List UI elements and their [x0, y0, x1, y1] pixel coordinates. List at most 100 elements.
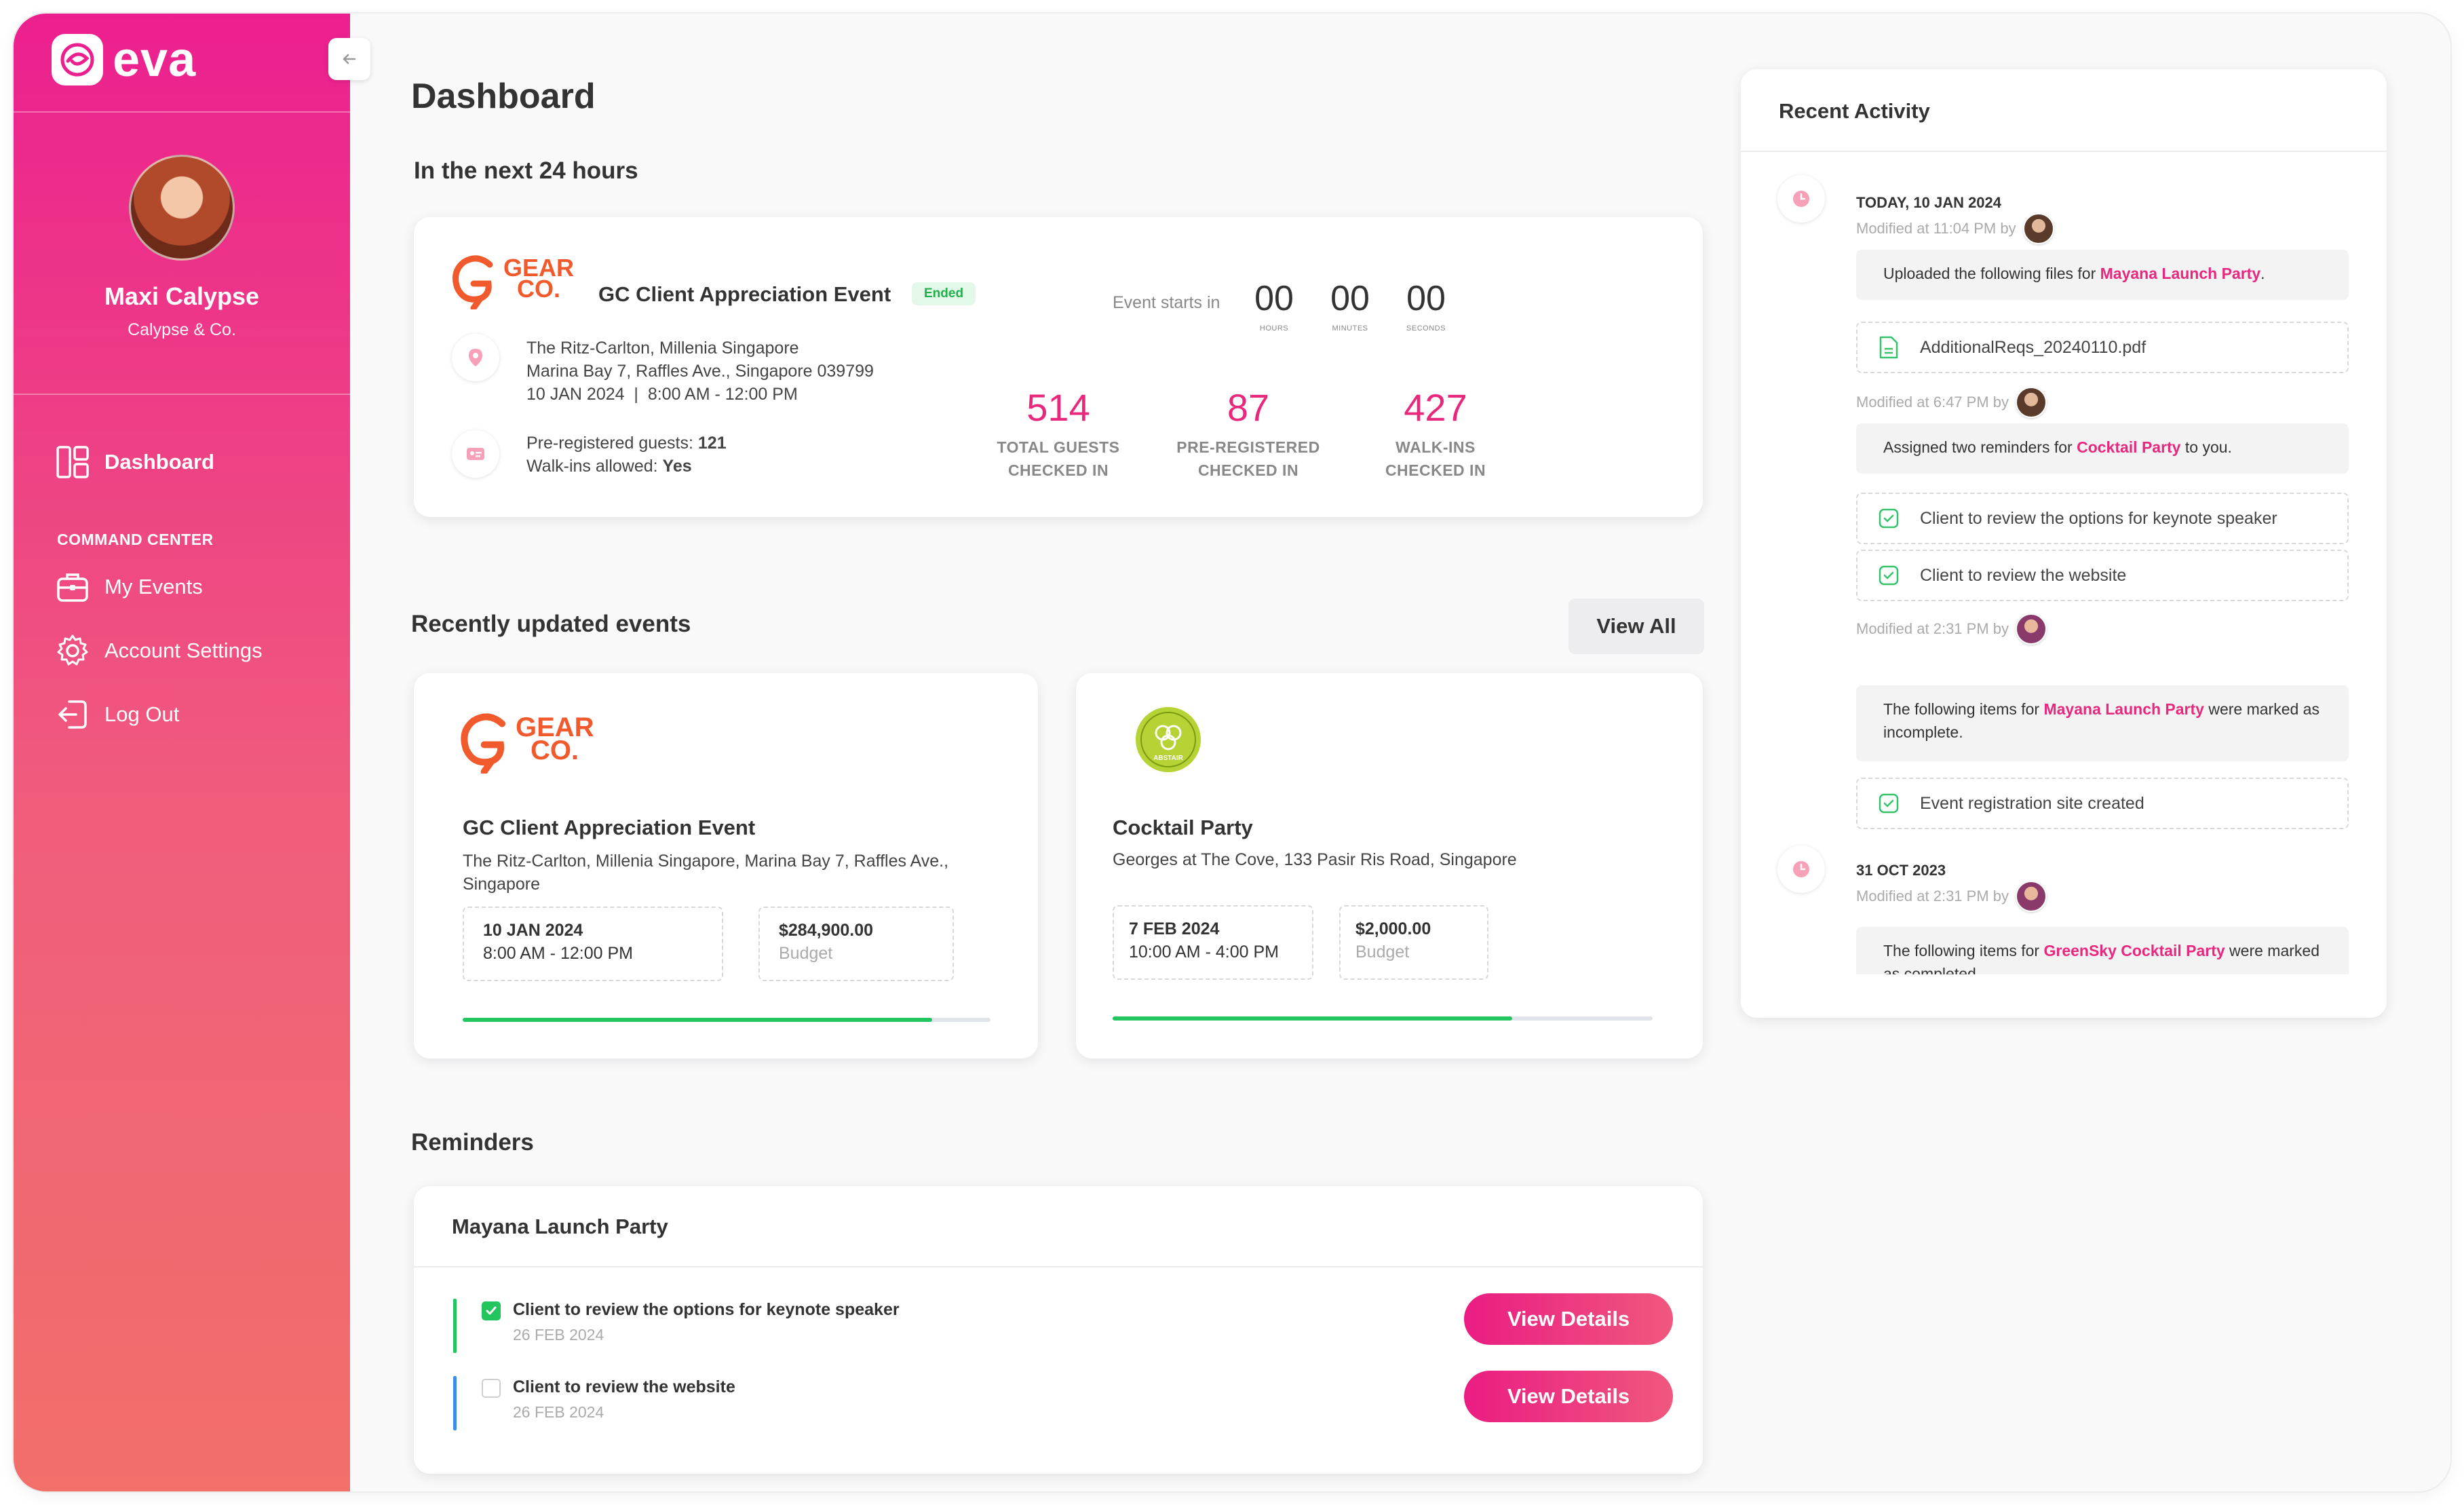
activity-modified-text: Modified at 11:04 PM by [1856, 220, 2016, 237]
user-avatar[interactable] [129, 155, 235, 261]
recent-event-title[interactable]: Cocktail Party [1113, 816, 1253, 840]
countdown-seconds: 00 [1406, 279, 1446, 318]
clock-icon [1777, 175, 1825, 223]
user-avatar-small[interactable] [2016, 881, 2047, 912]
event-progress-fill [1113, 1016, 1513, 1021]
nav-section-title: COMMAND CENTER [57, 531, 214, 548]
activity-feed[interactable]: TODAY, 10 JAN 2024 Modified at 11:04 PM … [1741, 152, 2387, 974]
event-address: Marina Bay 7, Raffles Ave., Singapore 03… [526, 362, 874, 381]
reminder-date: 26 FEB 2024 [513, 1326, 604, 1344]
event-date-box: 7 FEB 2024 10:00 AM - 4:00 PM [1113, 905, 1313, 980]
nav-dashboard[interactable]: Dashboard [56, 445, 214, 479]
user-avatar-small[interactable] [2016, 387, 2047, 418]
abstair-logo-text: ABSTAIR [1153, 755, 1183, 762]
countdown-hours: 00 [1254, 279, 1294, 318]
user-avatar-small[interactable] [2022, 213, 2054, 244]
reminder-checkbox[interactable] [482, 1301, 501, 1320]
nav-my-events-label: My Events [104, 575, 203, 598]
arrow-left-icon [343, 54, 356, 64]
view-all-button[interactable]: View All [1568, 598, 1704, 654]
activity-event-link[interactable]: GreenSky Cocktail Party [2043, 942, 2225, 959]
checkmark-icon [486, 1306, 497, 1315]
activity-file-item[interactable]: AdditionalReqs_20240110.pdf [1856, 322, 2349, 373]
countdown-minutes-unit: MINUTES [1332, 324, 1368, 332]
reminder-bar [453, 1376, 457, 1430]
view-details-button[interactable]: View Details [1464, 1293, 1673, 1345]
stat-label-line: CHECKED IN [1197, 461, 1299, 479]
walkins-label: Walk-ins allowed: [526, 457, 658, 476]
event-progress-fill [463, 1018, 933, 1022]
nav-account-settings-label: Account Settings [104, 639, 263, 662]
event-progress-bar [1113, 1016, 1653, 1021]
abstair-logo: ABSTAIR [1134, 706, 1202, 774]
activity-date: 31 OCT 2023 [1856, 862, 1946, 879]
activity-reminder-item[interactable]: Client to review the website [1856, 550, 2349, 601]
walkins-value: Yes [662, 457, 692, 476]
app-logo[interactable]: eva [52, 34, 196, 85]
reminders-card-header: Mayana Launch Party [414, 1186, 1703, 1268]
stat-total-guests-label: TOTAL GUESTS CHECKED IN [957, 436, 1160, 482]
prereg-label: Pre-registered guests: [526, 434, 693, 453]
activity-reminder-item[interactable]: Client to review the options for keynote… [1856, 493, 2349, 544]
nav-logout-label: Log Out [104, 702, 180, 726]
event-budget-label: Budget [1355, 942, 1410, 961]
status-badge: Ended [912, 282, 976, 305]
user-org: Calypse & Co. [128, 320, 236, 339]
event-datetime: 10 JAN 2024 | 8:00 AM - 12:00 PM [526, 385, 798, 404]
recent-event-card[interactable]: ABSTAIR Cocktail Party Georges at The Co… [1076, 673, 1703, 1059]
recent-event-location: Georges at The Cove, 133 Pasir Ris Road,… [1113, 850, 1517, 869]
briefcase-icon [57, 573, 88, 602]
recent-event-title[interactable]: GC Client Appreciation Event [463, 816, 755, 840]
recent-event-card[interactable]: GEAR CO. GC Client Appreciation Event Th… [414, 673, 1038, 1059]
reminder-check-icon [1879, 565, 1899, 586]
clock-icon [1777, 845, 1825, 893]
activity-reminder-item[interactable]: Event registration site created [1856, 778, 2349, 829]
activity-event-link[interactable]: Mayana Launch Party [2043, 700, 2203, 718]
activity-event-link[interactable]: Mayana Launch Party [2100, 265, 2260, 282]
activity-modified: Modified at 6:47 PM by [1856, 387, 2047, 418]
event-budget-label: Budget [779, 944, 833, 963]
sidebar-divider [14, 111, 350, 113]
reminder-checkbox[interactable] [482, 1379, 501, 1398]
activity-message-text: Uploaded the following files for [1883, 265, 2100, 282]
reminder-date: 26 FEB 2024 [513, 1403, 604, 1421]
nav-dashboard-label: Dashboard [104, 450, 214, 474]
app-window: eva Maxi Calypse Calypse & Co. Dashboard… [14, 14, 2450, 1491]
countdown-label: Event starts in [1113, 293, 1220, 312]
event-date-box: 10 JAN 2024 8:00 AM - 12:00 PM [463, 907, 723, 981]
event-budget-box: $284,900.00 Budget [758, 907, 954, 981]
event-progress-bar [463, 1018, 990, 1022]
activity-modified: Modified at 2:31 PM by [1856, 613, 2047, 645]
activity-message-text: The following items for [1883, 700, 2044, 718]
event-title[interactable]: GC Client Appreciation Event [598, 282, 891, 307]
nav-my-events[interactable]: My Events [56, 570, 203, 604]
activity-modified-text: Modified at 2:31 PM by [1856, 888, 2009, 904]
stat-label-line: PRE-REGISTERED [1176, 438, 1320, 456]
countdown-minutes: 00 [1330, 279, 1370, 318]
sidebar: eva Maxi Calypse Calypse & Co. Dashboard… [14, 14, 350, 1491]
activity-event-link[interactable]: Cocktail Party [2077, 438, 2180, 456]
view-details-button[interactable]: View Details [1464, 1371, 1673, 1422]
event-budget: $2,000.00 [1355, 919, 1431, 938]
recent-activity-title: Recent Activity [1779, 99, 1930, 123]
prereg-value: 121 [697, 434, 727, 453]
sidebar-collapse-button[interactable] [328, 38, 370, 80]
event-time: 8:00 AM - 12:00 PM [483, 944, 633, 963]
activity-message: Assigned two reminders for Cocktail Part… [1856, 423, 2349, 474]
activity-message: The following items for GreenSky Cocktai… [1856, 927, 2349, 974]
user-avatar-small[interactable] [2016, 613, 2047, 645]
activity-message: Uploaded the following files for Mayana … [1856, 250, 2349, 300]
gear-co-logo-icon [453, 255, 493, 309]
dashboard-icon [56, 446, 89, 478]
location-pin-icon [452, 334, 499, 381]
reminders-heading: Reminders [411, 1129, 534, 1156]
file-icon [1879, 336, 1898, 359]
reminder-check-icon [1879, 793, 1899, 814]
gear-co-logo: GEAR CO. [450, 251, 574, 309]
recent-event-location: The Ritz-Carlton, Millenia Singapore, Ma… [463, 852, 949, 894]
guest-card-icon [452, 430, 499, 478]
nav-logout[interactable]: Log Out [56, 698, 179, 731]
upcoming-event-card[interactable]: GEAR CO. GC Client Appreciation Event En… [414, 217, 1703, 517]
event-budget: $284,900.00 [779, 921, 874, 940]
nav-account-settings[interactable]: Account Settings [56, 634, 263, 668]
